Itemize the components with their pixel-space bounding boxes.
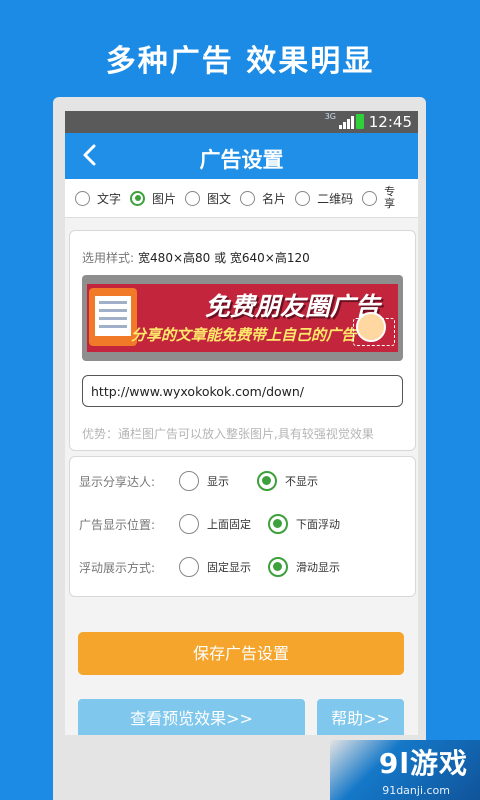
phone-graphic-icon — [89, 288, 137, 346]
image-ad-card: 选用样式: 宽480×高80 或 宽640×高120 免费朋友圈广告 分享的文章能… — [69, 230, 416, 451]
option-row-show-sharer: 显示分享达人: 显示 不显示 — [79, 470, 346, 492]
hide-label: 不显示 — [285, 475, 318, 488]
ad-type-text-label: 文字 — [97, 191, 122, 206]
ad-type-text[interactable]: 文字 — [75, 190, 121, 207]
slide-display-radio[interactable] — [268, 557, 288, 577]
slide-display-label: 滑动显示 — [296, 561, 340, 574]
style-value: 宽480×高80 或 宽640×高120 — [138, 251, 310, 265]
promo-title: 多种广告 效果明显 — [105, 44, 375, 79]
page-title: 广告设置 — [199, 148, 284, 172]
preview-button[interactable]: 查看预览效果>> — [78, 699, 305, 735]
ad-type-image-text[interactable]: 图文 — [185, 190, 231, 207]
option-label: 显示分享达人: — [79, 474, 156, 489]
fixed-display-label: 固定显示 — [207, 561, 251, 574]
ad-type-qrcode[interactable]: 二维码 — [295, 190, 353, 207]
hide-radio[interactable] — [257, 471, 277, 491]
ad-type-selector: 文字 图片 图文 名片 二维码 专享 — [65, 179, 418, 218]
ad-type-image-label: 图片 — [152, 191, 177, 206]
ad-type-exclusive-radio[interactable] — [362, 190, 378, 206]
bottom-float-radio[interactable] — [268, 514, 288, 534]
option-label: 浮动展示方式: — [79, 560, 156, 575]
ad-type-qrcode-label: 二维码 — [317, 191, 354, 206]
ad-type-image-text-radio[interactable] — [185, 190, 201, 206]
ad-type-exclusive-label: 专享 — [384, 185, 396, 210]
ad-type-image-text-label: 图文 — [207, 191, 232, 206]
option-row-float-mode: 浮动展示方式: 固定显示 滑动显示 — [79, 556, 368, 578]
top-fixed-radio[interactable] — [179, 514, 199, 534]
app-bar: 广告设置 — [65, 133, 418, 179]
advantage-hint: 优势：通栏图广告可以放入整张图片,具有较强视觉效果 — [82, 427, 374, 441]
style-label: 选用样式: — [82, 251, 135, 265]
ad-type-card[interactable]: 名片 — [240, 190, 286, 207]
signal-icon — [339, 116, 354, 129]
display-options-card: 显示分享达人: 显示 不显示 广告显示位置: 上面固定 下面浮动 浮动展示方式:… — [69, 456, 416, 597]
ad-type-image[interactable]: 图片 — [130, 190, 176, 207]
ad-type-exclusive[interactable]: 专享 — [362, 186, 396, 210]
show-radio[interactable] — [179, 471, 199, 491]
option-label: 广告显示位置: — [79, 517, 156, 532]
option-row-ad-position: 广告显示位置: 上面固定 下面浮动 — [79, 513, 368, 535]
watermark-logo: 9l游戏 — [378, 747, 468, 780]
ad-type-qrcode-radio[interactable] — [295, 190, 311, 206]
status-bar: 3G 12:45 — [65, 111, 418, 133]
save-ad-settings-button[interactable]: 保存广告设置 — [78, 632, 404, 675]
phone-frame: 3G 12:45 广告设置 文字 图片 图文 名片 二维码 专享 选用样式: 宽… — [53, 97, 426, 800]
top-fixed-label: 上面固定 — [207, 518, 251, 531]
show-label: 显示 — [207, 475, 229, 488]
ad-type-text-radio[interactable] — [75, 190, 90, 206]
help-button[interactable]: 帮助>> — [317, 699, 404, 735]
link-url-input[interactable] — [82, 375, 403, 407]
ad-type-card-label: 名片 — [262, 191, 287, 206]
fixed-display-radio[interactable] — [179, 557, 199, 577]
ad-type-card-radio[interactable] — [240, 190, 256, 206]
style-info: 选用样式: 宽480×高80 或 宽640×高120 — [82, 249, 310, 266]
banner-subline: 分享的文章能免费带上自己的广告 — [131, 326, 357, 344]
battery-icon — [356, 114, 364, 129]
ad-type-image-radio[interactable] — [130, 190, 146, 206]
banner-image-preview[interactable]: 免费朋友圈广告 分享的文章能免费带上自己的广告 — [82, 275, 403, 361]
network-type: 3G — [324, 112, 336, 121]
clock: 12:45 — [368, 113, 412, 131]
cartoon-face-icon — [356, 312, 386, 342]
bottom-float-label: 下面浮动 — [296, 518, 340, 531]
banner-artwork: 免费朋友圈广告 分享的文章能免费带上自己的广告 — [87, 284, 398, 352]
app-screen: 3G 12:45 广告设置 文字 图片 图文 名片 二维码 专享 选用样式: 宽… — [65, 111, 418, 735]
watermark-url: 91danji.com — [382, 784, 450, 797]
